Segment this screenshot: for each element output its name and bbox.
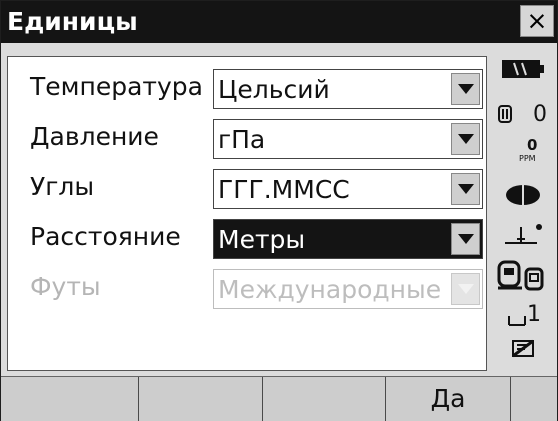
target-mode-icon: 1 bbox=[491, 302, 555, 332]
pressure-value: гПа bbox=[218, 125, 266, 154]
temperature-select[interactable]: Цельсий bbox=[213, 69, 483, 109]
chevron-down-icon bbox=[458, 84, 474, 94]
temperature-dropdown-button[interactable] bbox=[451, 73, 480, 105]
settings-panel: Температура Цельсий Давление гПа Углы ГГ… bbox=[7, 56, 487, 371]
softkey-f2[interactable] bbox=[139, 377, 263, 421]
distance-select[interactable]: Метры bbox=[213, 219, 483, 259]
pressure-select[interactable]: гПа bbox=[213, 119, 483, 159]
distance-value: Метры bbox=[218, 225, 306, 254]
dialog-title: Единицы bbox=[7, 7, 138, 36]
prism-constant-value: 0 bbox=[533, 102, 547, 127]
pressure-dropdown-button[interactable] bbox=[451, 123, 480, 155]
target-mode-value: 1 bbox=[527, 302, 541, 327]
temperature-value: Цельсий bbox=[218, 75, 330, 104]
prism-icon bbox=[498, 105, 512, 123]
softkey-yes-button[interactable]: Да bbox=[386, 377, 511, 421]
units-dialog: Единицы × Температура Цельсий Давление г… bbox=[0, 0, 558, 421]
softkey-bar: Да bbox=[1, 376, 557, 421]
ppm-value: 0 bbox=[527, 136, 538, 154]
chevron-down-icon bbox=[458, 184, 474, 194]
input-mode-icon bbox=[491, 337, 555, 363]
softkey-f3[interactable] bbox=[263, 377, 386, 421]
atmospheric-ppm-icon: 0 PPM bbox=[491, 137, 555, 173]
battery-icon bbox=[491, 57, 555, 83]
softkey-f5[interactable] bbox=[511, 377, 557, 421]
close-button[interactable]: × bbox=[520, 5, 554, 37]
chevron-down-icon bbox=[458, 234, 474, 244]
title-bar: Единицы × bbox=[1, 1, 557, 43]
chevron-down-icon bbox=[458, 134, 474, 144]
tilt-compensation-icon bbox=[491, 219, 555, 253]
feet-label: Футы bbox=[30, 272, 101, 301]
temperature-label: Температура bbox=[30, 72, 203, 101]
angles-label: Углы bbox=[30, 172, 95, 201]
laser-pointer-icon bbox=[491, 183, 555, 211]
distance-label: Расстояние bbox=[30, 222, 181, 251]
status-bar: 0 0 PPM 1 bbox=[491, 45, 555, 375]
angles-dropdown-button[interactable] bbox=[451, 173, 480, 205]
feet-dropdown-button bbox=[451, 273, 480, 305]
communication-icon bbox=[491, 259, 555, 295]
angles-select[interactable]: ГГГ.ММСС bbox=[213, 169, 483, 209]
pressure-label: Давление bbox=[30, 122, 159, 151]
distance-dropdown-button[interactable] bbox=[451, 223, 480, 255]
chevron-down-icon bbox=[458, 284, 474, 294]
ppm-unit: PPM bbox=[519, 154, 536, 163]
prism-constant: 0 bbox=[491, 100, 555, 130]
close-icon: × bbox=[526, 6, 548, 35]
feet-select: Международные bbox=[213, 269, 483, 309]
feet-value: Международные bbox=[218, 275, 442, 304]
angles-value: ГГГ.ММСС bbox=[218, 175, 350, 204]
softkey-f1[interactable] bbox=[1, 377, 139, 421]
